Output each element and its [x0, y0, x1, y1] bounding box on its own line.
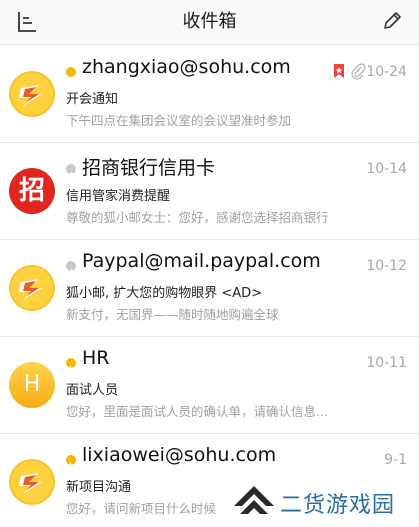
email-subject: 信用管家消费提醒 — [66, 189, 171, 204]
email-sender: Paypal@mail.paypal.com — [82, 250, 321, 272]
email-sender: 招商银行信用卡 — [82, 157, 216, 179]
attachment-icon — [351, 63, 366, 80]
email-date: 10-24 — [366, 64, 407, 80]
email-row[interactable]: H HR 10-11 面试人员 您好，里面是面试人员的确认单，请确认信息... — [0, 337, 419, 434]
email-row[interactable]: Paypal@mail.paypal.com 10-12 狐小邮, 扩大您的购物… — [0, 240, 419, 337]
email-preview: 新支付，无国界——随时随地购遍全球 — [66, 307, 279, 322]
email-sender: HR — [82, 347, 110, 369]
watermark-text: 二货游戏园 — [280, 493, 396, 518]
email-preview: 下午四点在集团会议室的会议望准时参加 — [66, 113, 292, 128]
email-sender: zhangxiao@sohu.com — [82, 56, 291, 78]
watermark: 二货游戏园 — [224, 478, 419, 527]
flag-icon[interactable] — [333, 63, 345, 79]
replied-icon — [66, 455, 76, 468]
email-date: 9-1 — [384, 452, 407, 468]
email-list: zhangxiao@sohu.com 10-24 开会通知 下午四点在集团会议室… — [0, 46, 419, 527]
forwarded-icon — [66, 164, 76, 177]
email-preview: 您好，里面是面试人员的确认单，请确认信息... — [66, 404, 328, 419]
email-row[interactable]: 招 招商银行信用卡 10-14 信用管家消费提醒 尊敬的狐小邮女士：您好，感谢您… — [0, 143, 419, 240]
page-title: 收件箱 — [182, 11, 237, 32]
sohu-fox-avatar — [9, 459, 55, 505]
site-logo-icon — [234, 486, 274, 514]
email-sender: lixiaowei@sohu.com — [82, 444, 277, 466]
email-subject: 开会通知 — [66, 92, 119, 107]
pencil-icon — [384, 12, 401, 29]
sohu-fox-icon — [9, 265, 55, 311]
replied-icon — [66, 358, 76, 371]
app-header: 收件箱 — [0, 0, 419, 45]
bank-avatar: 招 — [9, 168, 55, 214]
email-date: 10-14 — [366, 161, 407, 177]
email-subject: 面试人员 — [66, 383, 119, 398]
unread-dot — [66, 67, 76, 77]
sohu-fox-avatar — [9, 71, 55, 117]
email-date: 10-11 — [366, 355, 407, 371]
sohu-fox-icon — [9, 459, 55, 505]
letter-avatar: H — [9, 362, 55, 408]
email-row[interactable]: zhangxiao@sohu.com 10-24 开会通知 下午四点在集团会议室… — [0, 46, 419, 143]
sohu-fox-avatar — [9, 265, 55, 311]
email-subject: 新项目沟通 — [66, 480, 132, 495]
compose-button[interactable] — [379, 8, 405, 34]
email-subject: 狐小邮, 扩大您的购物眼界 <AD> — [66, 286, 263, 301]
sohu-fox-icon — [9, 71, 55, 117]
forwarded-icon — [66, 261, 76, 274]
email-preview: 尊敬的狐小邮女士：您好，感谢您选择招商银行 — [66, 210, 329, 225]
email-date: 10-12 — [366, 258, 407, 274]
